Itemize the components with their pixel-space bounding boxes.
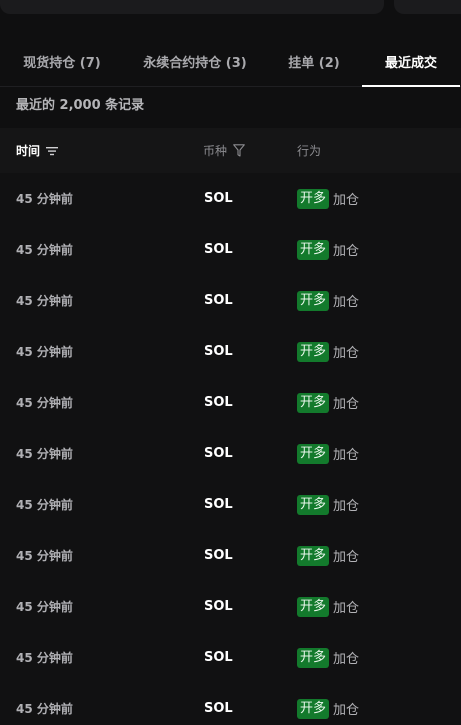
action-text: 加仓 xyxy=(333,346,360,361)
row-action: 开多 加仓 xyxy=(297,377,359,428)
open-long-badge: 开多 xyxy=(297,188,330,209)
sort-icon[interactable] xyxy=(46,146,59,156)
table-row[interactable]: 45 分钟前 SOL 开多 加仓 xyxy=(0,275,461,326)
table-row[interactable]: 45 分钟前 SOL 开多 加仓 xyxy=(0,377,461,428)
open-long-badge: 开多 xyxy=(297,290,330,311)
row-time: 45 分钟前 xyxy=(16,396,73,410)
top-card-right xyxy=(394,0,461,14)
row-action: 开多 加仓 xyxy=(297,479,359,530)
tab-bar: 现货持仓 (7) 永续合约持仓 (3) 挂单 (2) 最近成交 xyxy=(0,36,461,87)
row-action: 开多 加仓 xyxy=(297,428,359,479)
row-time: 45 分钟前 xyxy=(16,702,73,716)
tab-open-orders[interactable]: 挂单 (2) xyxy=(266,36,362,86)
table-row[interactable]: 45 分钟前 SOL 开多 加仓 xyxy=(0,530,461,581)
header-action: 行为 xyxy=(297,128,321,173)
row-coin: SOL xyxy=(204,293,233,308)
recent-trades-panel: 现货持仓 (7) 永续合约持仓 (3) 挂单 (2) 最近成交 最近的 2,00… xyxy=(0,0,461,725)
row-coin: SOL xyxy=(204,701,233,716)
open-long-badge: 开多 xyxy=(297,698,330,719)
header-time[interactable]: 时间 xyxy=(16,128,59,173)
table-row[interactable]: 45 分钟前 SOL 开多 加仓 xyxy=(0,632,461,683)
row-time: 45 分钟前 xyxy=(16,345,73,359)
header-time-label: 时间 xyxy=(16,144,41,158)
action-text: 加仓 xyxy=(333,244,360,259)
trade-rows: 45 分钟前 SOL 开多 加仓 45 分钟前 SOL 开多 加仓 45 分钟前… xyxy=(0,173,461,725)
action-text: 加仓 xyxy=(333,295,360,310)
tab-recent-trades[interactable]: 最近成交 xyxy=(362,36,460,87)
row-coin: SOL xyxy=(204,344,233,359)
tab-spot-positions[interactable]: 现货持仓 (7) xyxy=(0,36,124,86)
row-action: 开多 加仓 xyxy=(297,224,359,275)
row-coin: SOL xyxy=(204,446,233,461)
row-time: 45 分钟前 xyxy=(16,600,73,614)
row-action: 开多 加仓 xyxy=(297,275,359,326)
table-row[interactable]: 45 分钟前 SOL 开多 加仓 xyxy=(0,224,461,275)
top-card-left xyxy=(0,0,384,14)
table-row[interactable]: 45 分钟前 SOL 开多 加仓 xyxy=(0,479,461,530)
row-coin: SOL xyxy=(204,650,233,665)
row-time: 45 分钟前 xyxy=(16,651,73,665)
row-coin: SOL xyxy=(204,395,233,410)
row-time: 45 分钟前 xyxy=(16,243,73,257)
row-action: 开多 加仓 xyxy=(297,683,359,725)
open-long-badge: 开多 xyxy=(297,494,330,515)
row-time: 45 分钟前 xyxy=(16,549,73,563)
action-text: 加仓 xyxy=(333,448,360,463)
row-time: 45 分钟前 xyxy=(16,192,73,206)
table-header: 时间 币种 行为 xyxy=(0,128,461,173)
row-action: 开多 加仓 xyxy=(297,326,359,377)
action-text: 加仓 xyxy=(333,601,360,616)
tab-perp-positions[interactable]: 永续合约持仓 (3) xyxy=(124,36,266,86)
open-long-badge: 开多 xyxy=(297,239,330,260)
open-long-badge: 开多 xyxy=(297,392,330,413)
table-row[interactable]: 45 分钟前 SOL 开多 加仓 xyxy=(0,683,461,725)
row-coin: SOL xyxy=(204,599,233,614)
row-coin: SOL xyxy=(204,191,233,206)
row-action: 开多 加仓 xyxy=(297,581,359,632)
row-coin: SOL xyxy=(204,548,233,563)
row-coin: SOL xyxy=(204,242,233,257)
row-coin: SOL xyxy=(204,497,233,512)
action-text: 加仓 xyxy=(333,652,360,667)
record-count: 最近的 2,000 条记录 xyxy=(16,98,145,113)
table-row[interactable]: 45 分钟前 SOL 开多 加仓 xyxy=(0,581,461,632)
table-row[interactable]: 45 分钟前 SOL 开多 加仓 xyxy=(0,428,461,479)
open-long-badge: 开多 xyxy=(297,596,330,617)
header-coin[interactable]: 币种 xyxy=(203,128,245,173)
open-long-badge: 开多 xyxy=(297,443,330,464)
row-action: 开多 加仓 xyxy=(297,173,359,224)
filter-icon[interactable] xyxy=(233,144,245,157)
row-time: 45 分钟前 xyxy=(16,294,73,308)
open-long-badge: 开多 xyxy=(297,647,330,668)
row-time: 45 分钟前 xyxy=(16,447,73,461)
table-row[interactable]: 45 分钟前 SOL 开多 加仓 xyxy=(0,173,461,224)
header-action-label: 行为 xyxy=(297,144,322,158)
action-text: 加仓 xyxy=(333,193,360,208)
action-text: 加仓 xyxy=(333,703,360,718)
row-action: 开多 加仓 xyxy=(297,530,359,581)
row-time: 45 分钟前 xyxy=(16,498,73,512)
header-coin-label: 币种 xyxy=(203,144,228,158)
open-long-badge: 开多 xyxy=(297,545,330,566)
table-row[interactable]: 45 分钟前 SOL 开多 加仓 xyxy=(0,326,461,377)
open-long-badge: 开多 xyxy=(297,341,330,362)
row-action: 开多 加仓 xyxy=(297,632,359,683)
action-text: 加仓 xyxy=(333,550,360,565)
action-text: 加仓 xyxy=(333,397,360,412)
action-text: 加仓 xyxy=(333,499,360,514)
